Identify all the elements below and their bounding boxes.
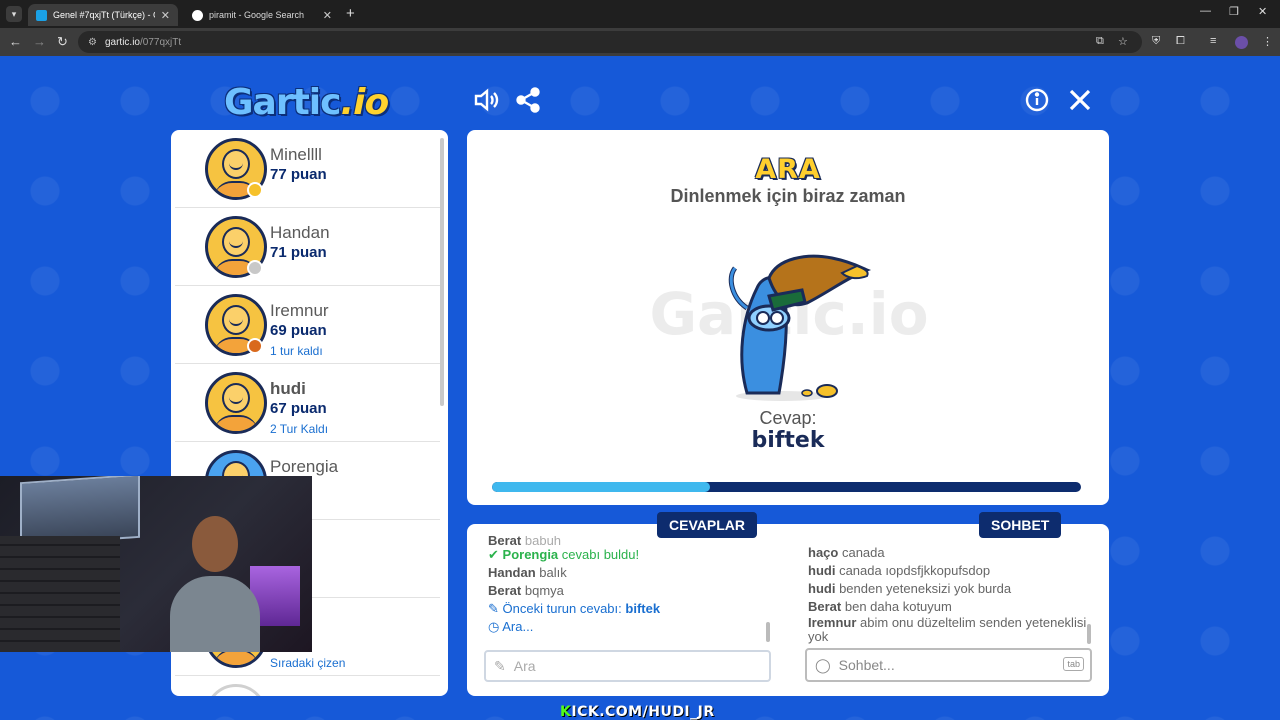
maximize-icon[interactable]: ❐ [1229,5,1239,18]
list-item: haço canada [808,545,885,560]
chat-bubble-icon: ◯ [815,656,831,673]
profile-avatar[interactable] [1235,36,1248,49]
tab-close-icon[interactable]: ✕ [323,9,332,22]
player-points: 77 puan [270,166,327,183]
player-row[interactable]: Handan 71 puan [175,208,440,286]
answer-word: biftek [751,428,825,453]
chat-input[interactable]: ◯ Sohbet... tab [805,648,1092,682]
round-status-title: ARA [755,154,821,185]
status-dot [247,260,263,276]
tab-google[interactable]: piramit - Google Search ✕ [184,4,340,26]
pencil-mascot-icon [728,254,872,401]
pencil-icon: ✎ [494,657,506,674]
minimize-icon[interactable]: — [1200,5,1211,17]
list-item: hudi benden yeteneksizi yok burda [808,581,1012,596]
drawing-stage: ARA Dinlenmek için biraz zaman Gartic.io… [467,130,1109,505]
list-item: Berat ben daha kotuyum [808,599,952,614]
player-name: Porengia [270,457,339,476]
status-dot [247,182,263,198]
tab-answers[interactable]: CEVAPLAR [657,512,757,538]
previous-answer-line: ✎ Önceki turun cevabı: biftek [488,601,661,616]
google-favicon-icon [192,9,203,21]
url-path: /077qxjTt [139,36,182,48]
reload-icon[interactable]: ↻ [57,34,68,50]
menu-icon[interactable]: ⋮ [1262,35,1273,48]
extensions-icon[interactable]: ⧠ [1176,35,1185,48]
list-item: Handan balık [488,565,567,580]
player-name: Minellll [270,145,322,164]
list-item: Iremnur abim onu düzeltelim senden yeten… [808,615,1087,644]
chat-scrollbar[interactable] [1087,624,1091,644]
tab-search-button[interactable]: ▾ [6,6,22,22]
webcam-brick-wall [0,536,120,652]
kick-channel-watermark: KICK.COM/HUDI_JR [560,704,715,720]
status-dot [247,338,263,354]
player-turns-left: 1 tur kaldı [270,344,323,358]
back-icon[interactable]: ← [9,34,22,49]
players-scrollbar[interactable] [440,138,444,406]
tab-key-hint: tab [1063,657,1084,671]
player-row[interactable]: hudi 67 puan 2 Tur Kaldı [175,364,440,442]
forward-icon[interactable]: → [33,34,46,49]
chat-input-placeholder: Sohbet... [838,657,895,673]
share-icon[interactable] [514,86,542,114]
window-close-icon[interactable]: ✕ [1258,5,1267,18]
url-host: gartic.io [104,36,140,48]
new-tab-button[interactable]: + [346,5,355,22]
bookmark-star-icon[interactable]: ☆ [1118,35,1128,48]
webcam-streamer [170,516,260,652]
empty-avatar [205,684,267,696]
chat-list: haço canada hudi canada ıopdsfjkkopufsdo… [808,544,1090,644]
site-info-icon[interactable]: ⚙ [88,37,97,48]
round-status-subtitle: Dinlenmek için biraz zaman [670,186,906,206]
tab-title: Genel #7qxjTt (Türkçe) - Gartic.io [53,10,155,20]
answer-label: Cevap: [759,408,817,428]
player-row[interactable]: Minellll 77 puan [175,130,440,208]
player-row[interactable]: Iremnur 69 puan 1 tur kaldı [175,286,440,364]
answer-input[interactable]: ✎ Ara [484,650,771,682]
tab-title: piramit - Google Search [209,10,305,20]
gartic-logo: Gartic.io [224,82,389,123]
answer-found-line: ✔ Porengia cevabı buldu! [488,547,640,562]
list-item: Berat babuh [488,536,562,546]
player-name: Handan [270,223,330,242]
waiting-line: ◷ Ara... [488,619,534,634]
answer-input-placeholder: Ara [513,658,536,674]
check-icon: ✔ [488,547,499,562]
player-points: 69 puan [270,322,327,339]
player-row[interactable] [175,676,440,696]
round-timer-fill [492,482,710,492]
sound-icon[interactable] [472,86,500,114]
tab-close-icon[interactable]: ✕ [161,9,170,22]
next-drawer-label: Sıradaki çizen [270,656,346,670]
player-name: Iremnur [270,301,329,320]
clock-icon: ◷ [488,619,500,634]
avatar [205,372,267,434]
list-item: Berat bqmya [488,583,564,598]
pencil-icon: ✎ [488,601,499,616]
info-icon[interactable] [1023,86,1051,114]
player-name: hudi [270,379,306,398]
shield-icon[interactable]: ⛨ [1152,35,1160,48]
player-turns-left: 2 Tur Kaldı [270,422,329,436]
list-item: hudi canada ıopdsfjkkopufsdop [808,563,991,578]
browser-tabstrip: ▾ Genel #7qxjTt (Türkçe) - Gartic.io ✕ p… [0,0,1280,28]
answers-list: Berat babuh ✔ Porengia cevabı buldu! Han… [488,536,768,636]
player-points: 71 puan [270,244,327,261]
install-icon[interactable]: ⧉ [1096,35,1104,48]
address-bar[interactable]: ⚙ gartic.io/077qxjTt [78,31,1142,53]
player-points: 67 puan [270,400,327,417]
answers-chat-panel: CEVAPLAR SOHBET Berat babuh ✔ Porengia c… [467,512,1109,696]
tab-gartic[interactable]: Genel #7qxjTt (Türkçe) - Gartic.io ✕ [28,4,178,26]
answers-scrollbar[interactable] [766,622,770,642]
gartic-favicon-icon [36,9,47,21]
media-icon[interactable]: ≡ [1210,35,1216,47]
webcam-overlay [0,476,312,652]
browser-toolbar: ← → ↻ ⚙ gartic.io/077qxjTt ⧉ ☆ ⛨ ⧠ ≡ ⋮ [0,28,1280,56]
close-icon[interactable] [1066,86,1094,114]
tab-chat[interactable]: SOHBET [979,512,1062,538]
round-timer-bar [492,482,1081,492]
